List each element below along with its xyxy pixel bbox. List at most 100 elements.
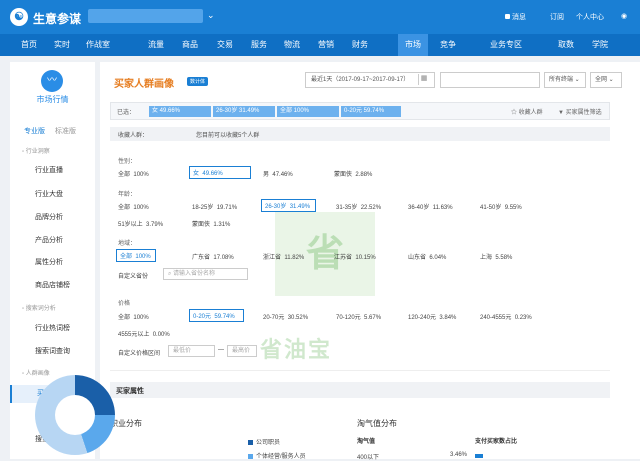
- calendar-icon[interactable]: ▦: [418, 74, 429, 85]
- brand-logo-icon[interactable]: ☯: [10, 8, 28, 26]
- sidebar-group-industry: ▫ 行业洞察: [22, 149, 50, 155]
- chip-age[interactable]: 26-30岁 31.49%: [213, 106, 275, 117]
- sidebar-item-attribute-analysis[interactable]: 属性分析: [10, 254, 95, 272]
- terminal-value: 所有终端: [549, 77, 574, 83]
- age-all[interactable]: 全部 100%: [118, 202, 149, 211]
- subscribe-link[interactable]: 订阅: [550, 12, 564, 22]
- group-industry-label: 行业洞察: [25, 149, 50, 155]
- price-4555-plus[interactable]: 4555元以上 0.00%: [118, 329, 170, 338]
- sidebar-item-hot-words[interactable]: 行业热词榜: [10, 320, 95, 338]
- max-price-placeholder: 最高价: [232, 348, 251, 354]
- region-jiangsu[interactable]: 江苏省 10.15%: [334, 252, 376, 261]
- nav-item-marketing[interactable]: 营销: [318, 38, 334, 51]
- custom-province-label: 自定义省份: [118, 274, 149, 280]
- collected-crowd-row: 收藏人群： 您目前可以收藏5个人群: [110, 127, 610, 141]
- province-search-input[interactable]: ⌕ 请输入省份名称: [163, 268, 248, 280]
- buyer-attr-filter-button[interactable]: ▼ 买家属性筛选: [558, 107, 602, 116]
- age-41-50[interactable]: 41-50岁 9.55%: [480, 202, 522, 211]
- group-crowd-label: 人群画像: [25, 371, 50, 377]
- collected-label: 收藏人群：: [118, 133, 149, 139]
- price-120-240[interactable]: 120-240元 3.84%: [408, 312, 456, 321]
- nav-item-business[interactable]: 业务专区: [490, 38, 522, 51]
- sidebar-item-product-analysis[interactable]: 产品分析: [10, 232, 95, 250]
- donut-hole: [55, 395, 95, 435]
- terminal-select[interactable]: 所有终端 ⌄: [544, 72, 586, 88]
- main-panel: 买家人群画像 数计体 最近1天（2017-09-17~2017-09-17） ▦…: [100, 62, 640, 461]
- brand-name: 生意参谋: [33, 12, 82, 26]
- sidebar-item-industry-live[interactable]: 行业直播: [10, 162, 95, 180]
- nav-item-data[interactable]: 取数: [558, 38, 574, 51]
- taoqi-bar: [475, 454, 483, 458]
- sidebar-tabs: 专业版 标准版: [24, 126, 76, 136]
- max-price-input[interactable]: 最高价: [227, 345, 257, 357]
- chip-gender[interactable]: 女 49.66%: [149, 106, 211, 117]
- chevron-down-icon[interactable]: ⌄: [207, 10, 215, 21]
- messages-link[interactable]: 消息: [505, 12, 526, 22]
- selected-label: 已选：: [117, 110, 136, 116]
- sidebar-item-shop-ranking[interactable]: 商品店铺榜: [10, 277, 95, 295]
- region-guangdong[interactable]: 广东省 17.08%: [192, 252, 234, 261]
- tab-pro[interactable]: 专业版: [24, 128, 45, 135]
- age-26-30[interactable]: 26-30岁 31.49%: [261, 199, 316, 212]
- taoqi-col-header: 淘气值: [357, 439, 376, 445]
- chip-region[interactable]: 全部 100%: [277, 106, 339, 117]
- min-price-input[interactable]: 最低价: [168, 345, 215, 357]
- age-label: 年龄：: [118, 192, 137, 198]
- nav-item-realtime[interactable]: 实时: [54, 38, 70, 51]
- sidebar-item-search-query[interactable]: 搜索词查询: [10, 343, 95, 361]
- date-range-picker[interactable]: 最近1天（2017-09-17~2017-09-17）: [305, 72, 435, 88]
- taoqi-title: 淘气值分布: [357, 419, 397, 428]
- shop-select-box[interactable]: [440, 72, 540, 88]
- network-select[interactable]: 全网 ⌄: [590, 72, 622, 88]
- tab-standard[interactable]: 标准版: [55, 128, 76, 135]
- nav-item-market[interactable]: 市场: [398, 34, 428, 56]
- sidebar-group-search: ▫ 搜索词分析: [22, 306, 56, 312]
- network-value: 全网: [595, 77, 608, 83]
- price-70-120[interactable]: 70-120元 5.67%: [336, 312, 381, 321]
- price-240-4555[interactable]: 240-4555元 0.23%: [480, 312, 532, 321]
- legend-swatch: [248, 453, 253, 459]
- message-icon: [505, 14, 510, 19]
- nav-item-service[interactable]: 服务: [251, 38, 267, 51]
- nav-item-product[interactable]: 商品: [182, 38, 198, 51]
- age-31-35[interactable]: 31-35岁 22.52%: [336, 202, 381, 211]
- chip-price[interactable]: 0-20元 59.74%: [341, 106, 401, 117]
- nav-item-home[interactable]: 首页: [21, 38, 37, 51]
- region-shandong[interactable]: 山东省 6.04%: [408, 252, 446, 261]
- nav-item-trade[interactable]: 交易: [217, 38, 233, 51]
- occupation-title: 职业分布: [110, 419, 142, 428]
- age-masked[interactable]: 蒙面侠 1.31%: [192, 219, 230, 228]
- nav-item-warroom[interactable]: 作战室: [86, 38, 110, 51]
- taoqi-pct-header: 支付买家数占比: [475, 439, 518, 445]
- min-price-placeholder: 最低价: [173, 348, 192, 354]
- region-shanghai[interactable]: 上海 5.58%: [480, 252, 512, 261]
- nav-item-competition[interactable]: 竞争: [440, 38, 456, 51]
- region-all[interactable]: 全部 100%: [116, 249, 156, 262]
- region-zhejiang[interactable]: 浙江省 11.82%: [263, 252, 304, 261]
- collect-crowd-button[interactable]: ☆ 收藏人群: [511, 107, 543, 116]
- age-18-25[interactable]: 18-25岁 19.71%: [192, 202, 237, 211]
- price-20-70[interactable]: 20-70元 30.52%: [263, 312, 308, 321]
- shop-name-redacted: [88, 9, 203, 23]
- gender-all[interactable]: 全部 100%: [118, 169, 149, 178]
- user-icon[interactable]: ◉: [621, 12, 627, 20]
- section-divider: [110, 370, 610, 371]
- sidebar-item-brand-analysis[interactable]: 品牌分析: [10, 209, 95, 227]
- buyer-attr-title: 买家属性: [116, 388, 144, 395]
- nav-item-logistics[interactable]: 物流: [284, 38, 300, 51]
- age-36-40[interactable]: 36-40岁 11.63%: [408, 202, 453, 211]
- gender-male[interactable]: 男 47.46%: [263, 169, 293, 178]
- price-label: 价格: [118, 301, 131, 307]
- gender-masked[interactable]: 蒙面侠 2.88%: [334, 169, 372, 178]
- nav-item-finance[interactable]: 财务: [352, 38, 368, 51]
- gender-female[interactable]: 女 49.66%: [189, 166, 251, 179]
- nav-item-traffic[interactable]: 流量: [148, 38, 164, 51]
- nav-item-academy[interactable]: 学院: [592, 38, 608, 51]
- taoqi-row-label: 400以下: [357, 455, 380, 461]
- price-0-20[interactable]: 0-20元 59.74%: [189, 309, 244, 322]
- age-51-plus[interactable]: 51岁以上 3.79%: [118, 219, 163, 228]
- sidebar-item-industry-overview[interactable]: 行业大盘: [10, 186, 95, 204]
- buyer-attr-label: 买家属性筛选: [565, 110, 602, 116]
- price-all[interactable]: 全部 100%: [118, 312, 149, 321]
- personal-center-link[interactable]: 个人中心: [576, 12, 604, 22]
